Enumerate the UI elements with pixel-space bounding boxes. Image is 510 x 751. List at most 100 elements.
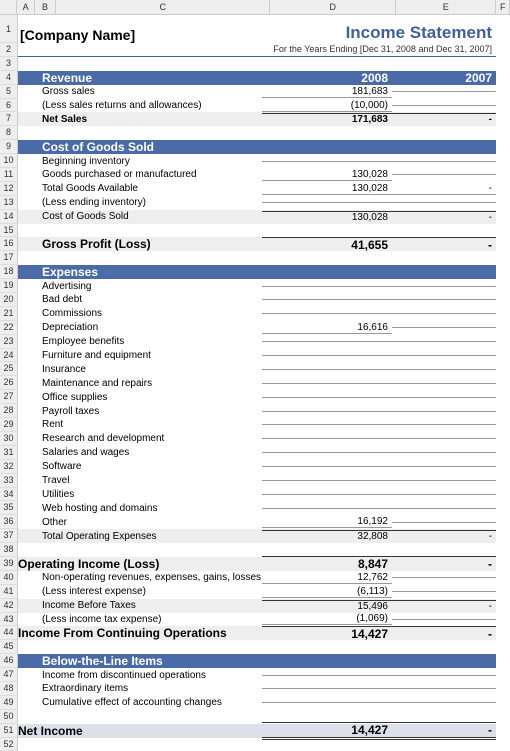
before-tax-row[interactable]: Income Before Taxes15,496- (18, 599, 496, 613)
expense-item[interactable]: Furniture and equipment (18, 349, 496, 363)
row-header[interactable]: 13 (0, 196, 17, 210)
col-header-a[interactable]: A (17, 0, 34, 14)
row-header[interactable]: 5 (0, 85, 17, 99)
row-header[interactable]: 24 (0, 349, 17, 363)
line-item[interactable]: Beginning inventory (18, 154, 496, 168)
row-header[interactable]: 32 (0, 460, 17, 474)
expense-item[interactable]: Bad debt (18, 293, 496, 307)
row-header[interactable]: 34 (0, 488, 17, 502)
row-header[interactable]: 12 (0, 182, 17, 196)
line-item[interactable]: Goods purchased or manufactured130,028 (18, 168, 496, 182)
operating-income-row[interactable]: Operating Income (Loss)8,847- (18, 557, 496, 571)
line-item[interactable]: (Less income tax expense)(1,069) (18, 613, 496, 627)
row-header[interactable]: 9 (0, 140, 17, 154)
row-header[interactable]: 31 (0, 446, 17, 460)
line-item[interactable]: Non-operating revenues, expenses, gains,… (18, 571, 496, 585)
row-header[interactable]: 37 (0, 529, 17, 543)
row-header[interactable]: 7 (0, 112, 17, 126)
expense-item[interactable]: Insurance (18, 362, 496, 376)
row-header[interactable]: 25 (0, 362, 17, 376)
expense-item[interactable]: Employee benefits (18, 335, 496, 349)
line-item[interactable]: Cumulative effect of accounting changes (18, 696, 496, 710)
col-header-c[interactable]: C (56, 0, 270, 14)
subtitle[interactable]: For the Years Ending [Dec 31, 2008 and D… (18, 43, 496, 57)
net-income-row[interactable]: Net Income14,427- (18, 724, 496, 738)
row-header[interactable]: 22 (0, 321, 17, 335)
row-header[interactable]: 10 (0, 154, 17, 168)
row-header[interactable]: 51 (0, 724, 17, 738)
row-header[interactable]: 19 (0, 279, 17, 293)
expense-item[interactable]: Salaries and wages (18, 446, 496, 460)
row-header[interactable]: 40 (0, 571, 17, 585)
row-header[interactable]: 29 (0, 418, 17, 432)
expense-item[interactable]: Travel (18, 474, 496, 488)
row-header[interactable]: 1 (0, 15, 17, 43)
row-header[interactable]: 30 (0, 432, 17, 446)
row-header[interactable]: 38 (0, 543, 17, 557)
continuing-ops-row[interactable]: Income From Continuing Operations14,427- (18, 626, 496, 640)
row-header[interactable]: 36 (0, 515, 17, 529)
row-header[interactable]: 17 (0, 251, 17, 265)
row-header[interactable]: 42 (0, 599, 17, 613)
net-sales-row[interactable]: Net Sales171,683- (18, 112, 496, 126)
expense-item[interactable]: Advertising (18, 279, 496, 293)
expense-item[interactable]: Utilities (18, 488, 496, 502)
expense-item[interactable]: Research and development (18, 432, 496, 446)
gross-profit-row[interactable]: Gross Profit (Loss)41,655- (18, 237, 496, 251)
line-item[interactable]: Income from discontinued operations (18, 668, 496, 682)
cogs-subtotal[interactable]: Cost of Goods Sold130,028- (18, 210, 496, 224)
total-expenses-row[interactable]: Total Operating Expenses32,808- (18, 529, 496, 543)
row-header[interactable]: 11 (0, 168, 17, 182)
row-header[interactable]: 48 (0, 682, 17, 696)
row-header[interactable]: 52 (0, 738, 17, 751)
row-header[interactable]: 2 (0, 43, 17, 57)
line-item[interactable]: (Less ending inventory) (18, 196, 496, 210)
line-item[interactable]: (Less sales returns and allowances)(10,0… (18, 99, 496, 113)
doc-title[interactable]: Income Statement (262, 23, 496, 43)
row-header[interactable]: 8 (0, 126, 17, 140)
col-header-f[interactable]: F (496, 0, 510, 14)
expense-item[interactable]: Maintenance and repairs (18, 376, 496, 390)
line-item[interactable]: (Less interest expense)(6,113) (18, 585, 496, 599)
expense-item[interactable]: Depreciation16,616 (18, 321, 496, 335)
row-header[interactable]: 14 (0, 210, 17, 224)
row-header[interactable]: 6 (0, 99, 17, 113)
expense-item[interactable]: Commissions (18, 307, 496, 321)
row-header[interactable]: 35 (0, 501, 17, 515)
row-header[interactable]: 3 (0, 57, 17, 71)
row-header[interactable]: 27 (0, 390, 17, 404)
row-header[interactable]: 39 (0, 557, 17, 571)
row-header[interactable]: 20 (0, 293, 17, 307)
row-header[interactable]: 15 (0, 224, 17, 238)
row-header[interactable]: 46 (0, 654, 17, 668)
expense-item[interactable]: Software (18, 460, 496, 474)
below-line-header[interactable]: Below-the-Line Items (18, 654, 496, 668)
row-header[interactable]: 49 (0, 696, 17, 710)
row-header[interactable]: 28 (0, 404, 17, 418)
expense-item[interactable]: Office supplies (18, 390, 496, 404)
line-item[interactable]: Extraordinary items (18, 682, 496, 696)
row-header[interactable]: 33 (0, 474, 17, 488)
col-header[interactable] (0, 0, 17, 14)
row-header[interactable]: 26 (0, 376, 17, 390)
row-header[interactable]: 50 (0, 710, 17, 724)
line-item[interactable]: Total Goods Available130,028- (18, 182, 496, 196)
expense-item[interactable]: Web hosting and domains (18, 501, 496, 515)
revenue-header[interactable]: Revenue 2008 2007 (18, 71, 496, 85)
expenses-header[interactable]: Expenses (18, 265, 496, 279)
col-header-d[interactable]: D (270, 0, 396, 14)
line-item[interactable]: Gross sales181,683 (18, 85, 496, 99)
company-name[interactable]: [Company Name] (18, 27, 262, 43)
row-header[interactable]: 16 (0, 237, 17, 251)
expense-item[interactable]: Other16,192 (18, 515, 496, 529)
expense-item[interactable]: Payroll taxes (18, 404, 496, 418)
row-header[interactable]: 44 (0, 626, 17, 640)
row-header[interactable]: 21 (0, 307, 17, 321)
row-header[interactable]: 45 (0, 640, 17, 654)
col-header-b[interactable]: B (35, 0, 56, 14)
col-header-e[interactable]: E (396, 0, 496, 14)
row-header[interactable]: 4 (0, 71, 17, 85)
cogs-header[interactable]: Cost of Goods Sold (18, 140, 496, 154)
row-header[interactable]: 41 (0, 585, 17, 599)
row-header[interactable]: 43 (0, 613, 17, 627)
